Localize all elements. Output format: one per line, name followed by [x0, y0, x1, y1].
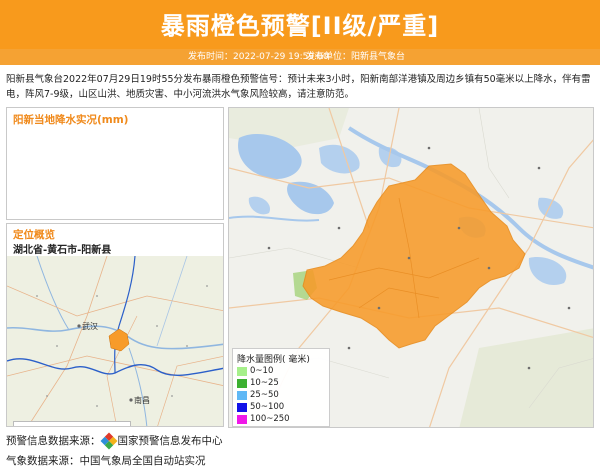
rainfall-legend-label: 10~25	[250, 378, 279, 388]
color-swatch-icon	[237, 378, 247, 388]
publish-info-bar: 发布时间：2022-07-29 19:59:00 发布单位：阳新县气象台	[0, 49, 600, 65]
alert-title: 暴雨橙色预警[II级/严重]	[160, 12, 440, 40]
warning-source-link[interactable]: 国家预警信息发布中心	[118, 433, 223, 448]
warning-source-line: 预警信息数据来源： 国家预警信息发布中心	[6, 432, 223, 449]
rainfall-legend-label: 50~100	[250, 402, 285, 412]
location-panel: 定位概览 湖北省-黄石市-阳新县 武汉 南昌	[6, 223, 224, 427]
warning-source-label: 预警信息数据来源：	[6, 435, 101, 447]
color-swatch-icon	[237, 414, 247, 424]
publish-unit: 发布单位：阳新县气象台	[306, 52, 406, 62]
rainfall-legend-item: 100~250	[237, 414, 290, 424]
rainfall-panel: 阳新当地降水实况(mm)	[6, 107, 224, 220]
rainfall-legend-label: 25~50	[250, 390, 279, 400]
rainfall-legend-title: 降水量图例( 毫米)	[237, 355, 310, 365]
rainfall-legend-item: 25~50	[237, 390, 279, 400]
rainfall-legend-item: 10~25	[237, 378, 279, 388]
rainfall-panel-title: 阳新当地降水实况(mm)	[13, 114, 129, 126]
rainfall-legend-label: 100~250	[250, 414, 290, 424]
color-swatch-icon	[237, 402, 247, 412]
overview-legend: 图例 国界 省界	[13, 421, 131, 426]
overview-map[interactable]: 武汉 南昌 图例 国界 省界	[7, 255, 223, 426]
warning-center-logo-icon	[100, 432, 117, 449]
weather-source-line: 气象数据来源：中国气象局全国自动站实况	[6, 455, 206, 467]
color-swatch-icon	[237, 390, 247, 400]
rainfall-legend-item: 50~100	[237, 402, 284, 412]
rainfall-legend-label: 0~10	[250, 366, 274, 376]
overview-legend-title: 图例	[20, 424, 44, 426]
alert-header: 暴雨橙色预警[II级/严重] 发布时间：2022-07-29 19:59:00 …	[0, 0, 600, 65]
alert-description: 阳新县气象台2022年07月29日19时55分发布暴雨橙色预警信号：预计未来3小…	[6, 74, 591, 100]
overview-map-label-nanchang: 南昌	[134, 395, 150, 405]
color-swatch-icon	[237, 366, 247, 376]
location-panel-title: 定位概览	[13, 229, 55, 241]
rainfall-legend-item: 0~10	[237, 366, 273, 376]
overview-map-graphic: 武汉 南昌	[7, 255, 223, 426]
location-text: 湖北省-黄石市-阳新县	[13, 245, 112, 256]
rainfall-legend: 降水量图例( 毫米) 0~10 10~25 25~50 50~100 100~2…	[232, 348, 330, 427]
overview-map-label-wuhan: 武汉	[82, 321, 98, 331]
